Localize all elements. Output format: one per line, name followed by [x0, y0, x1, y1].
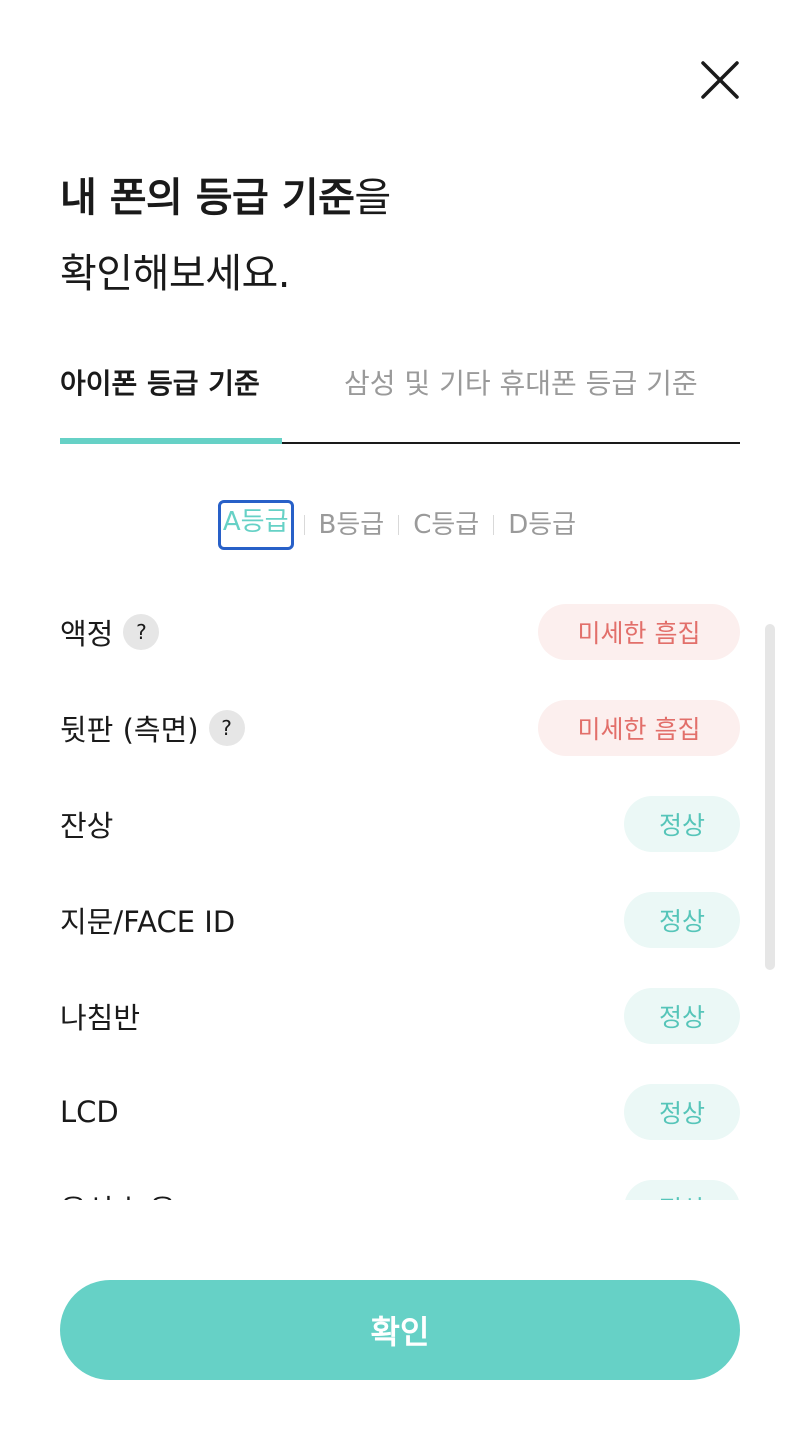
- grade-separator: [303, 515, 305, 535]
- status-badge: 정상: [624, 796, 740, 852]
- criteria-label: 액정: [60, 617, 114, 651]
- criteria-label: 지문/FACE ID: [60, 905, 236, 939]
- tab-samsung-other-label: 삼성 및 기타 휴대폰 등급 기준: [344, 367, 698, 400]
- tab-active-indicator: [60, 438, 282, 444]
- close-icon: [701, 61, 739, 99]
- criteria-row-fingerprint-faceid: 지문/FACE ID 정상: [60, 892, 740, 948]
- status-badge: 미세한 흠집: [538, 700, 740, 756]
- criteria-label: 잔상: [60, 809, 114, 843]
- criteria-row-screen: 액정 ? 미세한 흠집: [60, 604, 740, 660]
- tab-bar: 아이폰 등급 기준 삼성 및 기타 휴대폰 등급 기준: [60, 350, 740, 444]
- grade-a[interactable]: A등급: [217, 500, 294, 550]
- help-icon[interactable]: ?: [123, 614, 160, 650]
- grade-selector: A등급 B등급 C등급 D등급: [0, 500, 798, 550]
- criteria-row-compass: 나침반 정상: [60, 988, 740, 1044]
- title-line2: 확인해보세요.: [60, 251, 291, 297]
- criteria-label: LCD: [60, 1095, 119, 1129]
- criteria-label: 음성 녹음: [60, 1187, 176, 1200]
- tab-iphone[interactable]: 아이폰 등급 기준: [60, 350, 282, 444]
- list-scrollbar[interactable]: [765, 624, 775, 970]
- criteria-row-voice-recording: 음성 녹음 정상: [60, 1180, 740, 1200]
- status-badge: 정상: [624, 1180, 740, 1200]
- page-title: 내 폰의 등급 기준을 확인해보세요.: [60, 160, 391, 312]
- title-strong: 내 폰의 등급 기준: [60, 175, 355, 221]
- criteria-label: 뒷판 (측면): [60, 713, 199, 747]
- criteria-row-back-side: 뒷판 (측면) ? 미세한 흠집: [60, 700, 740, 756]
- status-badge: 미세한 흠집: [538, 604, 740, 660]
- grade-separator: [398, 515, 400, 535]
- grade-separator: [493, 515, 495, 535]
- title-suffix: 을: [354, 175, 391, 221]
- status-badge: 정상: [624, 988, 740, 1044]
- status-badge: 정상: [624, 892, 740, 948]
- grade-b[interactable]: B등급: [315, 503, 389, 547]
- criteria-row-lcd: LCD 정상: [60, 1084, 740, 1140]
- status-badge: 정상: [624, 1084, 740, 1140]
- confirm-button[interactable]: 확인: [60, 1280, 740, 1380]
- close-button[interactable]: [692, 52, 748, 108]
- criteria-label: 나침반: [60, 1001, 141, 1035]
- grade-c[interactable]: C등급: [409, 503, 483, 547]
- grade-d[interactable]: D등급: [504, 503, 580, 547]
- help-icon[interactable]: ?: [208, 710, 245, 746]
- criteria-list[interactable]: 액정 ? 미세한 흠집 뒷판 (측면) ? 미세한 흠집 잔상 정상 지문/FA…: [0, 584, 798, 1200]
- criteria-row-afterimage: 잔상 정상: [60, 796, 740, 852]
- tab-samsung-other[interactable]: 삼성 및 기타 휴대폰 등급 기준: [344, 350, 698, 442]
- tab-iphone-label: 아이폰 등급 기준: [60, 367, 260, 400]
